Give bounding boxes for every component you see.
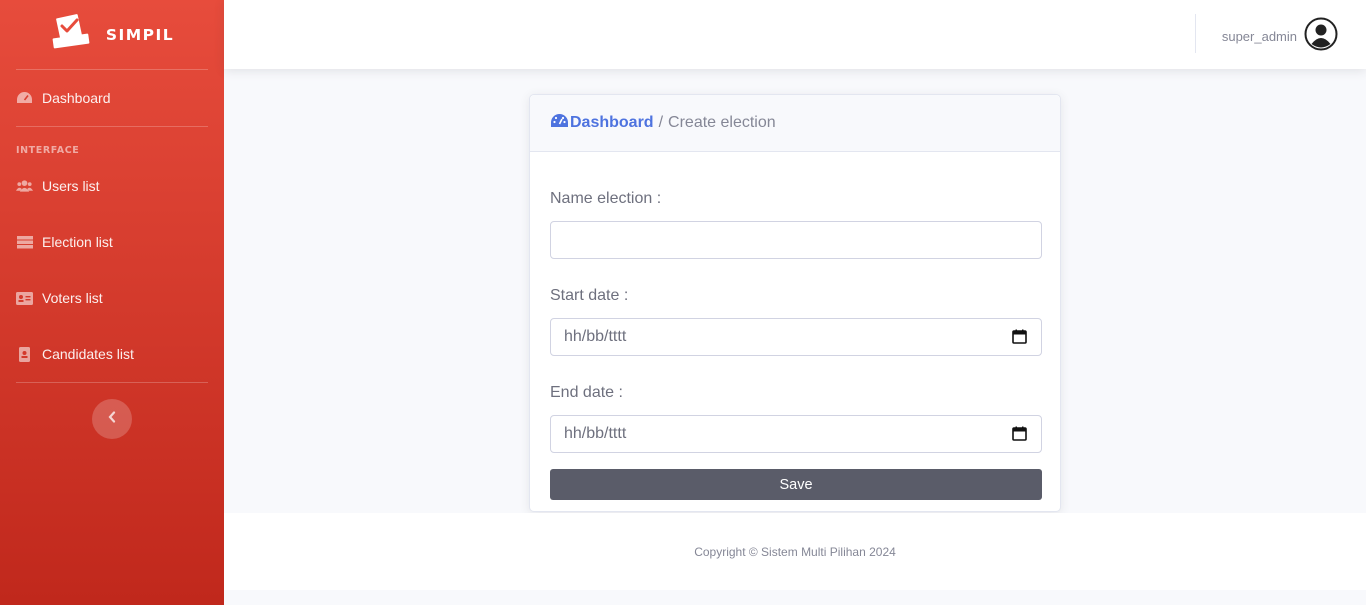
brand-name: SIMPIL	[105, 25, 175, 44]
name-election-input[interactable]	[550, 221, 1042, 259]
breadcrumb-dashboard-link[interactable]: Dashboard	[550, 113, 654, 133]
breadcrumb-current: Create election	[668, 114, 776, 131]
start-date-placeholder: hh/bb/tttt	[564, 328, 627, 345]
sidebar-heading: INTERFACE	[16, 145, 80, 156]
user-circle-icon	[1304, 17, 1338, 56]
end-date-input[interactable]: hh/bb/tttt	[550, 415, 1042, 453]
sidebar-item-label: Users list	[42, 178, 100, 194]
start-date-input[interactable]: hh/bb/tttt	[550, 318, 1042, 356]
start-date-label: Start date :	[550, 287, 629, 304]
address-book-icon	[16, 346, 33, 362]
table-icon	[16, 235, 33, 249]
breadcrumb-separator: /	[658, 114, 664, 131]
brand[interactable]: SIMPIL	[0, 0, 224, 69]
save-button[interactable]: Save	[550, 469, 1042, 500]
card-body: Name election : Start date : hh/bb/tttt …	[530, 152, 1060, 500]
sidebar-item-candidates[interactable]: Candidates list	[0, 326, 224, 382]
topbar-divider	[1195, 14, 1196, 53]
calendar-icon[interactable]	[1012, 329, 1028, 345]
sidebar-item-label: Election list	[42, 234, 113, 250]
sidebar-item-label: Voters list	[42, 290, 103, 306]
sidebar-item-label: Candidates list	[42, 346, 134, 362]
create-election-card: Dashboard / Create election Name electio…	[529, 94, 1061, 512]
user-menu[interactable]: super_admin	[1222, 17, 1338, 56]
sidebar-item-dashboard[interactable]: Dashboard	[0, 70, 224, 126]
tachometer-icon	[550, 113, 569, 133]
end-date-label: End date :	[550, 384, 623, 401]
sidebar: SIMPIL Dashboard INTERFACE Users list El…	[0, 0, 224, 605]
chevron-left-icon	[108, 410, 116, 428]
sidebar-item-label: Dashboard	[42, 90, 111, 106]
end-date-placeholder: hh/bb/tttt	[564, 425, 627, 442]
users-icon	[16, 179, 33, 193]
footer: Copyright © Sistem Multi Pilihan 2024	[224, 513, 1366, 590]
card-header: Dashboard / Create election	[530, 95, 1060, 152]
sidebar-item-users[interactable]: Users list	[0, 158, 224, 214]
id-card-icon	[16, 291, 33, 305]
sidebar-item-elections[interactable]: Election list	[0, 214, 224, 270]
ballot-box-icon	[50, 14, 92, 55]
name-election-label: Name election :	[550, 190, 662, 207]
topbar: super_admin	[224, 0, 1366, 69]
sidebar-toggle-button[interactable]	[92, 399, 132, 439]
tachometer-icon	[16, 91, 33, 105]
sidebar-item-voters[interactable]: Voters list	[0, 270, 224, 326]
breadcrumb-root: Dashboard	[570, 114, 654, 131]
sidebar-divider	[16, 382, 208, 383]
copyright-text: Copyright © Sistem Multi Pilihan 2024	[694, 544, 896, 559]
username: super_admin	[1221, 29, 1297, 44]
calendar-icon[interactable]	[1012, 426, 1028, 442]
